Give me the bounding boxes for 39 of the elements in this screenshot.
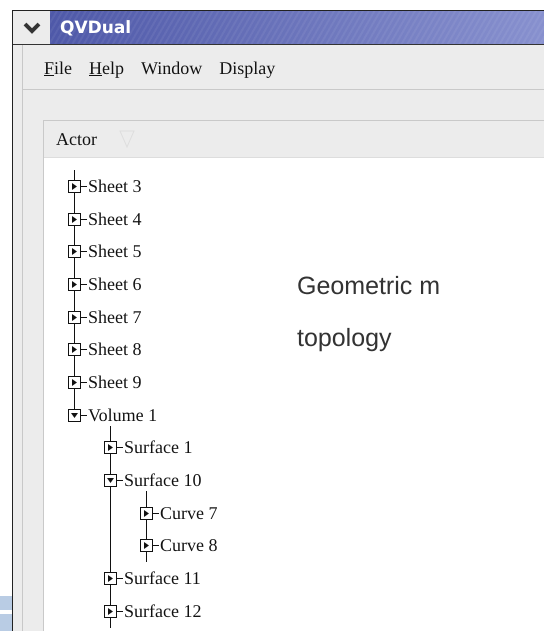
expand-toggle-icon[interactable] bbox=[68, 245, 81, 258]
tree-item[interactable]: Sheet 9 bbox=[88, 372, 142, 393]
tree-item[interactable]: Sheet 5 bbox=[88, 241, 142, 262]
tree-item[interactable]: Surface 10 bbox=[124, 470, 202, 492]
tree-item[interactable]: Curve 8 bbox=[160, 535, 218, 556]
tree-item[interactable]: Surface 11 bbox=[124, 568, 201, 590]
expand-toggle-icon[interactable] bbox=[140, 539, 153, 552]
chevron-down-icon bbox=[22, 22, 40, 34]
expand-toggle-icon[interactable] bbox=[68, 343, 81, 356]
expand-toggle-icon[interactable] bbox=[68, 376, 81, 389]
expand-toggle-icon[interactable] bbox=[68, 278, 81, 291]
menu-item[interactable]: Window bbox=[141, 55, 202, 81]
slide-decoration bbox=[0, 596, 12, 610]
window-title: QVDual bbox=[60, 18, 132, 38]
slide-text: Geometric m bbox=[297, 272, 440, 301]
tree-item[interactable]: Sheet 6 bbox=[88, 274, 142, 295]
menu-item[interactable]: Help bbox=[89, 55, 124, 81]
expand-toggle-icon[interactable] bbox=[104, 441, 117, 454]
column-header[interactable]: Actor bbox=[56, 128, 97, 150]
expand-toggle-icon[interactable] bbox=[68, 310, 81, 324]
expand-toggle-icon[interactable] bbox=[104, 604, 117, 618]
tree-item[interactable]: Surface 1 bbox=[124, 437, 192, 458]
tree-item[interactable]: Sheet 7 bbox=[88, 306, 142, 328]
tree-item[interactable]: Curve 7 bbox=[160, 502, 218, 524]
tree-item[interactable]: Surface 12 bbox=[124, 600, 202, 622]
menu-item[interactable]: Display bbox=[219, 55, 276, 81]
slide-text: topology bbox=[297, 324, 392, 353]
tree-item[interactable]: Volume 1 bbox=[88, 404, 158, 426]
tree-item[interactable]: Sheet 8 bbox=[88, 339, 142, 360]
collapse-toggle-icon[interactable] bbox=[104, 474, 117, 488]
tree-item[interactable]: Sheet 4 bbox=[88, 208, 142, 230]
tree-item[interactable]: Sheet 3 bbox=[88, 176, 142, 197]
menu-item[interactable]: File bbox=[44, 55, 72, 81]
expand-toggle-icon[interactable] bbox=[68, 212, 81, 226]
expand-toggle-icon[interactable] bbox=[140, 506, 153, 520]
expand-toggle-icon[interactable] bbox=[104, 572, 117, 586]
expand-toggle-icon[interactable] bbox=[68, 180, 81, 193]
collapse-toggle-icon[interactable] bbox=[68, 408, 81, 422]
slide-decoration bbox=[0, 614, 12, 631]
